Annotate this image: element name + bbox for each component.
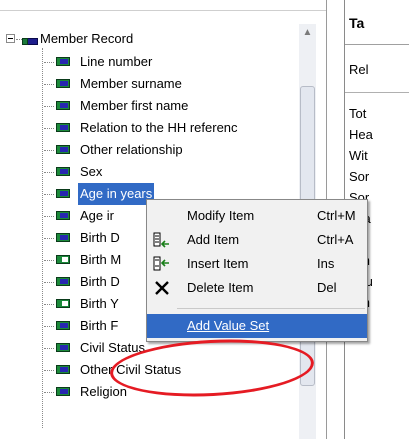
menu-shortcut: Ins: [317, 256, 335, 271]
tree-connector-line: [44, 260, 54, 261]
tree-connector-line: [44, 238, 54, 239]
tree-item-member-surname[interactable]: Member surname: [44, 73, 299, 95]
tree-item-birth-d-2[interactable]: Birth D: [44, 271, 144, 293]
item-label: Birth Y: [80, 296, 119, 311]
tree-connector-line: [44, 348, 54, 349]
tree-connector-line: [44, 62, 54, 63]
item-label: Birth M: [80, 252, 122, 267]
tree-connector-line: [44, 282, 54, 283]
item-label: Birth F: [80, 318, 119, 333]
item-label: Sex: [80, 164, 103, 179]
item-label: Member surname: [80, 76, 182, 91]
menu-shortcut: Del: [317, 280, 337, 295]
item-label: Other relationship: [80, 142, 183, 157]
tree-item-birth-m[interactable]: Birth M: [44, 249, 144, 271]
item-icon: [56, 79, 70, 88]
tree-connector-line: [44, 216, 54, 217]
item-label: Age ir: [80, 208, 114, 223]
record-icon: [22, 38, 38, 45]
tree-item-birth-y[interactable]: Birth Y: [44, 293, 144, 315]
item-icon: [56, 123, 70, 132]
tree-connector-line: [44, 392, 54, 393]
item-icon: [56, 321, 70, 330]
item-icon: [56, 233, 70, 242]
tree-connector-line: [44, 106, 54, 107]
tree-item-birth-f[interactable]: Birth F: [44, 315, 144, 337]
collapse-toggle[interactable]: [6, 34, 15, 43]
scroll-up-arrow-icon[interactable]: ▲: [299, 24, 316, 41]
item-icon: [56, 387, 70, 396]
tree-connector-line: [44, 84, 54, 85]
context-menu: Modify Item Ctrl+M Add Item Ctrl+A Inser…: [146, 199, 368, 342]
pane-title: Ta: [349, 15, 365, 31]
tree-connector-line: [44, 304, 54, 305]
value-row[interactable]: Hea: [349, 124, 373, 145]
value-row[interactable]: Sor: [349, 166, 373, 187]
menu-item-label: Modify Item: [187, 208, 255, 223]
add-item-icon: [153, 232, 171, 248]
delete-x-icon: [153, 280, 171, 296]
tree-connector-line: [44, 172, 54, 173]
item-label: Relation to the HH referenc: [80, 120, 238, 135]
item-label: Birth D: [80, 274, 120, 289]
value-row[interactable]: Tot: [349, 103, 373, 124]
item-label: Line number: [80, 54, 153, 69]
tree-connector-line: [44, 194, 54, 195]
value-row[interactable]: Wit: [349, 145, 373, 166]
tree-connector-line: [44, 326, 54, 327]
tree-top-border: [0, 0, 326, 11]
subitem-icon: [56, 255, 70, 264]
tree-connector-line: [44, 150, 54, 151]
pane-separator: [345, 92, 409, 93]
tree-item-relation-to-hh[interactable]: Relation to the HH referenc: [44, 117, 299, 139]
subitem-icon: [56, 299, 70, 308]
menu-item-delete-item[interactable]: Delete Item Del: [147, 276, 367, 300]
insert-item-icon: [153, 256, 171, 272]
tree-item-other-relationship[interactable]: Other relationship: [44, 139, 299, 161]
menu-shortcut: Ctrl+M: [317, 208, 356, 223]
item-icon: [56, 365, 70, 374]
item-icon: [56, 189, 70, 198]
menu-shortcut: Ctrl+A: [317, 232, 354, 247]
item-icon: [56, 167, 70, 176]
menu-item-label: Add Item: [187, 232, 240, 247]
item-icon: [56, 57, 70, 66]
tree-item-member-first-name[interactable]: Member first name: [44, 95, 299, 117]
item-label: Birth D: [80, 230, 120, 245]
tree-item-age-ir[interactable]: Age ir: [44, 205, 144, 227]
item-icon: [56, 101, 70, 110]
tree-item-line-number[interactable]: Line number: [44, 51, 299, 73]
menu-item-label: Delete Item: [187, 280, 254, 295]
menu-item-label: Insert Item: [187, 256, 249, 271]
tree-item-birth-d[interactable]: Birth D: [44, 227, 144, 249]
tree-node-member-record[interactable]: Member Record: [40, 28, 290, 50]
item-icon: [56, 211, 70, 220]
menu-separator: [177, 308, 365, 309]
item-icon: [56, 277, 70, 286]
menu-item-add-value-set[interactable]: Add Value Set: [147, 314, 367, 338]
menu-item-add-item[interactable]: Add Item Ctrl+A: [147, 228, 367, 252]
item-icon: [56, 343, 70, 352]
item-label: Member first name: [80, 98, 189, 113]
menu-item-modify-item[interactable]: Modify Item Ctrl+M: [147, 204, 367, 228]
tree-item-sex[interactable]: Sex: [44, 161, 299, 183]
tree-connector-line: [44, 128, 54, 129]
menu-item-insert-item[interactable]: Insert Item Ins: [147, 252, 367, 276]
item-icon: [56, 145, 70, 154]
tree-connector-line: [42, 48, 43, 428]
pane-subtitle: Rel: [349, 62, 369, 77]
record-label: Member Record: [40, 31, 134, 46]
tree-connector-line: [44, 370, 54, 371]
menu-item-label: Add Value Set: [187, 318, 270, 333]
item-label-selected: Age in years: [78, 183, 155, 205]
